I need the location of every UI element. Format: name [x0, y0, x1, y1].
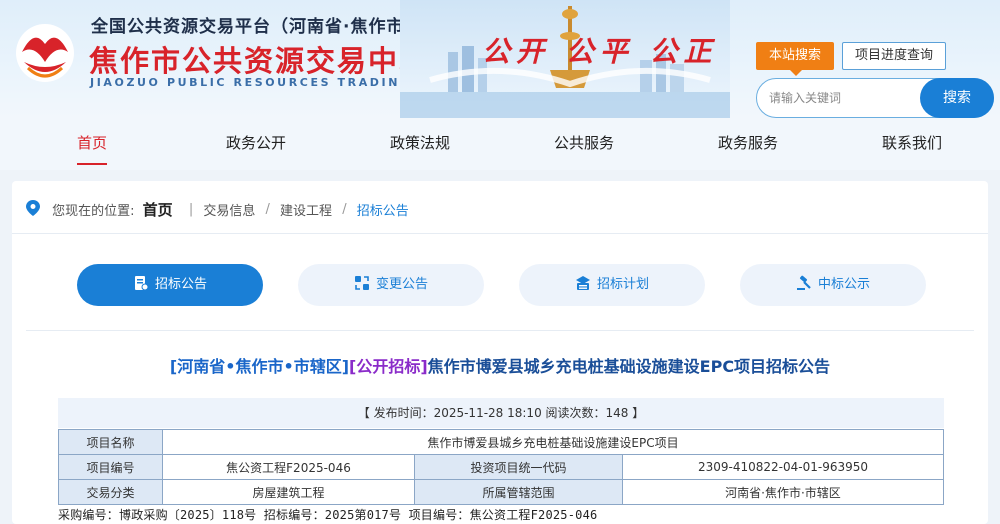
cell-label: 交易分类: [58, 479, 163, 505]
breadcrumb-current[interactable]: 招标公告: [357, 200, 409, 219]
cell-label: 投资项目统一代码: [414, 454, 623, 480]
project-progress-button[interactable]: 项目进度查询: [842, 42, 946, 70]
cell-label: 所属管辖范围: [414, 479, 623, 505]
cell-value: 河南省·焦作市·市辖区: [622, 479, 944, 505]
table-row: 项目编号 焦公资工程F2025-046 投资项目统一代码 2309-410822…: [58, 454, 944, 480]
project-info-table: 项目名称 焦作市博爱县城乡充电桩基础设施建设EPC项目 项目编号 焦公资工程F2…: [58, 429, 944, 505]
center-name: 焦作市公共资源交易中心: [89, 44, 431, 78]
site-search-tab[interactable]: 本站搜索: [756, 42, 834, 76]
breadcrumb-prefix: 您现在的位置:: [52, 204, 135, 219]
slogan-text: 公开 公平 公正: [482, 35, 718, 68]
site-header: 全国公共资源交易平台（河南省·焦作市） 焦作市公共资源交易中心 JIAOZUO …: [0, 0, 1000, 118]
cell-label: 项目编号: [58, 454, 163, 480]
cell-value: 房屋建筑工程: [162, 479, 415, 505]
tab-award-notice[interactable]: 中标公示: [740, 264, 926, 306]
location-pin-icon: [26, 199, 48, 220]
breadcrumb-separator: |: [188, 202, 194, 217]
tab-bid-plan[interactable]: 招标计划: [519, 264, 705, 306]
breadcrumb-separator: /: [265, 202, 270, 217]
tab-label: 变更公告: [375, 277, 428, 292]
nav-item-public-service[interactable]: 公共服务: [554, 132, 614, 153]
tab-change-notice[interactable]: 变更公告: [298, 264, 484, 306]
platform-name: 全国公共资源交易平台（河南省·焦作市）: [91, 17, 423, 37]
tab-label: 中标公示: [817, 277, 870, 292]
cell-value: 焦公资工程F2025-046: [162, 454, 415, 480]
stack-icon: [575, 276, 590, 290]
divider: [12, 233, 988, 234]
title-main: 焦作市博爱县城乡充电桩基础设施建设EPC项目招标公告: [427, 357, 831, 376]
breadcrumb: 您现在的位置: 首页 | 交易信息 / 建设工程 / 招标公告: [26, 199, 409, 219]
article-title: [河南省•焦作市•市辖区][公开招标]焦作市博爱县城乡充电桩基础设施建设EPC项…: [0, 353, 1000, 377]
exchange-icon: [354, 276, 369, 290]
cell-label: 项目名称: [58, 429, 163, 455]
cell-value: 2309-410822-04-01-963950: [622, 454, 944, 480]
tab-label: 招标计划: [596, 277, 649, 292]
breadcrumb-home[interactable]: 首页: [143, 199, 173, 220]
table-row: 交易分类 房屋建筑工程 所属管辖范围 河南省·焦作市·市辖区: [58, 479, 944, 505]
center-logo-icon[interactable]: [14, 22, 76, 84]
document-icon: [134, 276, 149, 291]
tab-bid-notice[interactable]: 招标公告: [77, 264, 263, 306]
title-type: [公开招标]: [349, 357, 428, 376]
title-region: [河南省•焦作市•市辖区]: [169, 357, 350, 376]
nav-item-contact[interactable]: 联系我们: [882, 132, 942, 153]
nav-item-policies[interactable]: 政策法规: [390, 132, 450, 153]
divider: [26, 330, 974, 331]
nav-active-indicator: [77, 163, 107, 165]
nav-item-gov-affairs[interactable]: 政务公开: [226, 132, 286, 153]
gavel-icon: [796, 275, 811, 290]
main-nav: 首页 政务公开 政策法规 公共服务 政务服务 联系我们: [0, 118, 1000, 170]
search-button[interactable]: 搜索: [920, 78, 994, 118]
breadcrumb-trade-info[interactable]: 交易信息: [203, 200, 255, 219]
cell-value: 焦作市博爱县城乡充电桩基础设施建设EPC项目: [162, 429, 944, 455]
procurement-codes: 采购编号：博政采购〔2025〕118号 招标编号：2025第017号 项目编号：…: [58, 508, 598, 522]
search-input[interactable]: [769, 88, 919, 108]
breadcrumb-construction[interactable]: 建设工程: [280, 200, 332, 219]
breadcrumb-separator: /: [342, 202, 347, 217]
search-box: 搜索: [756, 78, 994, 118]
tab-label: 招标公告: [154, 277, 207, 292]
table-row: 项目名称 焦作市博爱县城乡充电桩基础设施建设EPC项目: [58, 429, 944, 455]
article-meta: 【 发布时间：2025-11-28 18:10 阅读次数：148 】: [58, 398, 944, 428]
nav-item-gov-service[interactable]: 政务服务: [718, 132, 778, 153]
nav-item-home[interactable]: 首页: [77, 132, 107, 153]
